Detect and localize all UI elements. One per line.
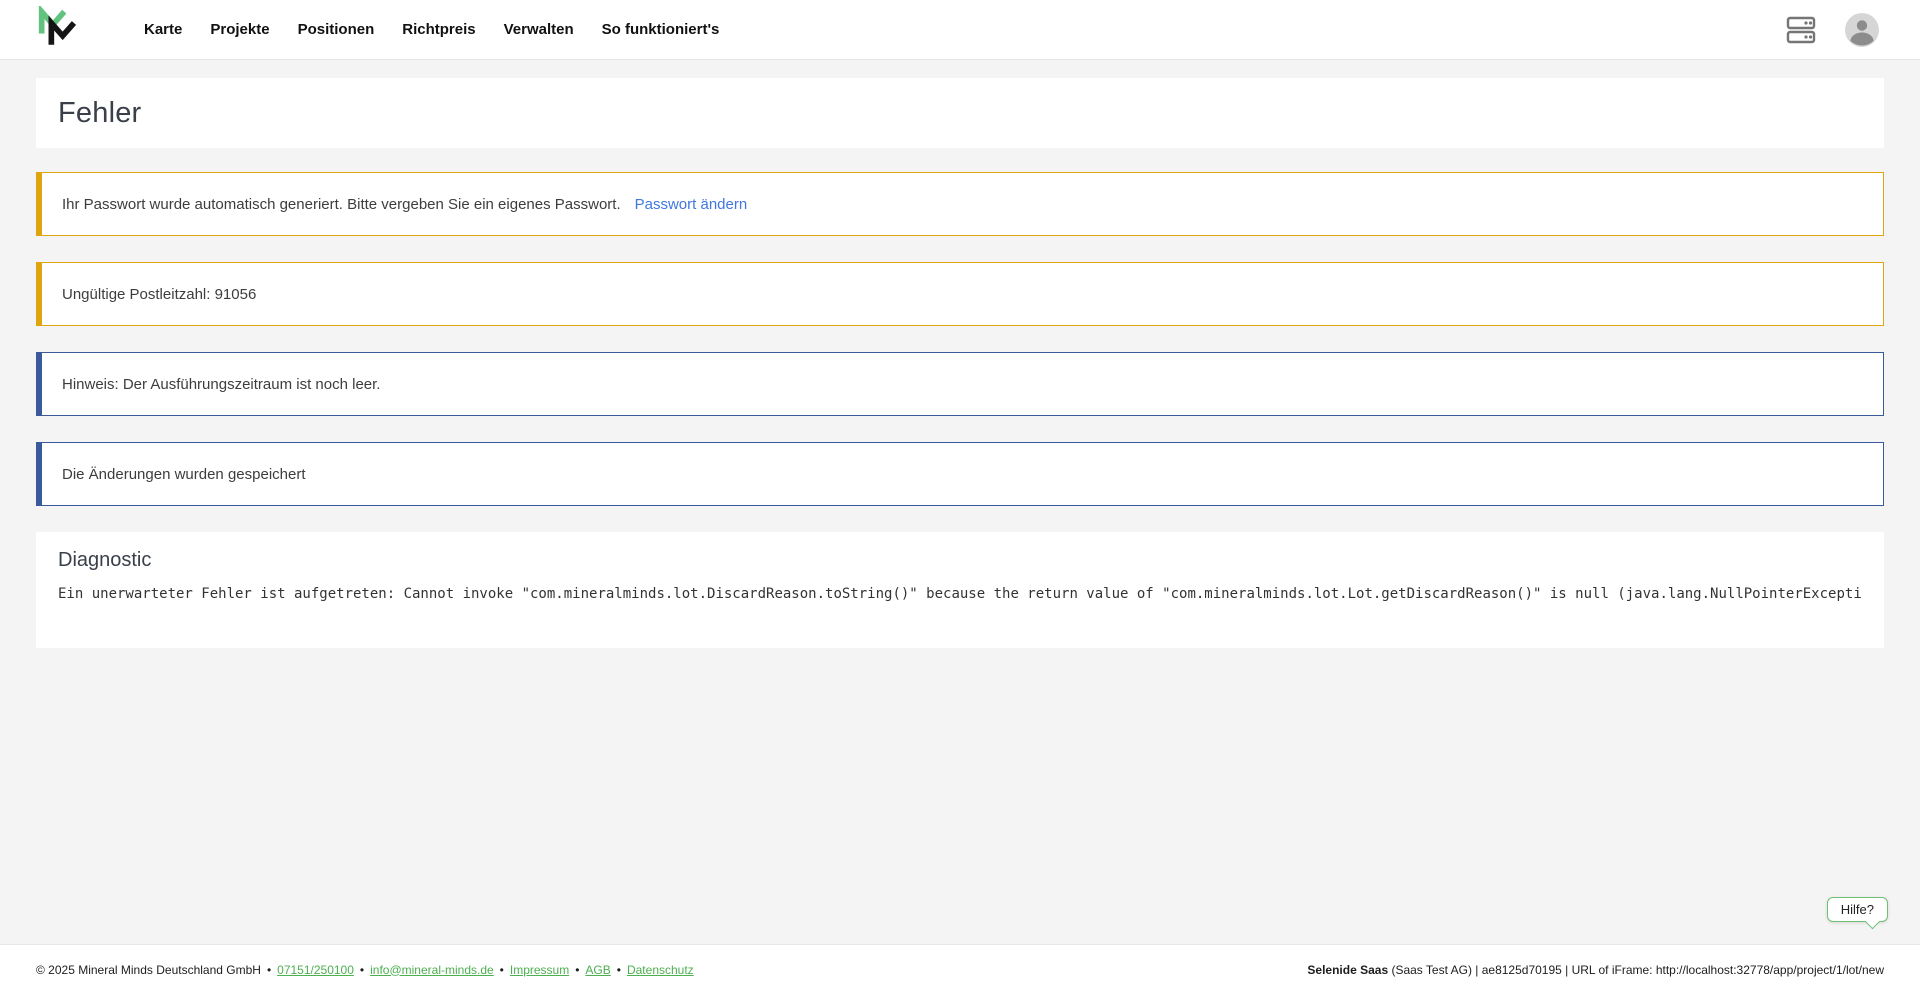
nav-item-karte[interactable]: Karte <box>144 21 182 38</box>
copyright-text: © 2025 Mineral Minds Deutschland GmbH <box>36 962 261 977</box>
alert-invalid-postal-code: Ungültige Postleitzahl: 91056 <box>36 262 1884 326</box>
main-content: Fehler Ihr Passwort wurde automatisch ge… <box>0 60 1920 944</box>
agb-link[interactable]: AGB <box>585 963 610 977</box>
diagnostic-panel: Diagnostic Ein unerwarteter Fehler ist a… <box>36 532 1884 648</box>
nav-item-so-funktionierts[interactable]: So funktioniert's <box>602 21 720 38</box>
nav-item-verwalten[interactable]: Verwalten <box>504 21 574 38</box>
page-title-card: Fehler <box>36 78 1884 148</box>
impressum-link[interactable]: Impressum <box>510 963 569 977</box>
email-link[interactable]: info@mineral-minds.de <box>370 963 494 977</box>
alert-execution-period-empty: Hinweis: Der Ausführungszeitraum ist noc… <box>36 352 1884 416</box>
alert-changes-saved: Die Änderungen wurden gespeichert <box>36 442 1884 506</box>
tenant-name: Selenide Saas <box>1307 962 1389 977</box>
nav-item-richtpreis[interactable]: Richtpreis <box>402 21 475 38</box>
diagnostic-title: Diagnostic <box>58 549 152 571</box>
server-stack-icon[interactable] <box>1786 16 1816 44</box>
separator-dot: • <box>499 962 504 977</box>
alert-password-generated: Ihr Passwort wurde automatisch generiert… <box>36 172 1884 236</box>
footer: © 2025 Mineral Minds Deutschland GmbH • … <box>0 944 1920 994</box>
footer-left: © 2025 Mineral Minds Deutschland GmbH • … <box>36 963 694 977</box>
session-details: (Saas Test AG) | ae8125d70195 | URL of i… <box>1388 962 1884 977</box>
separator-dot: • <box>266 962 272 977</box>
datenschutz-link[interactable]: Datenschutz <box>627 963 694 977</box>
separator-dot: • <box>359 962 365 977</box>
mineral-minds-logo[interactable] <box>36 4 78 53</box>
alert-text: Ihr Passwort wurde automatisch generiert… <box>62 195 621 213</box>
alert-text: Hinweis: Der Ausführungszeitraum ist noc… <box>62 375 381 393</box>
phone-link[interactable]: 07151/250100 <box>277 963 354 977</box>
header-actions <box>1786 12 1880 48</box>
separator-dot: • <box>575 962 580 977</box>
page-title: Fehler <box>58 96 142 129</box>
footer-session-info: Selenide Saas (Saas Test AG) | ae8125d70… <box>1307 963 1884 977</box>
top-navigation-bar: Karte Projekte Positionen Richtpreis Ver… <box>0 0 1920 60</box>
help-button[interactable]: Hilfe? <box>1826 897 1888 922</box>
nav-item-positionen[interactable]: Positionen <box>298 21 375 38</box>
separator-dot: • <box>616 962 621 977</box>
alert-text: Ungültige Postleitzahl: 91056 <box>62 285 257 303</box>
alert-text: Die Änderungen wurden gespeichert <box>62 465 306 483</box>
user-avatar[interactable] <box>1844 12 1880 48</box>
diagnostic-message: Ein unerwarteter Fehler ist aufgetreten:… <box>58 586 1862 602</box>
nav-item-projekte[interactable]: Projekte <box>210 21 269 38</box>
logo-icon <box>36 4 78 53</box>
change-password-link[interactable]: Passwort ändern <box>635 196 748 213</box>
main-nav: Karte Projekte Positionen Richtpreis Ver… <box>130 21 733 38</box>
